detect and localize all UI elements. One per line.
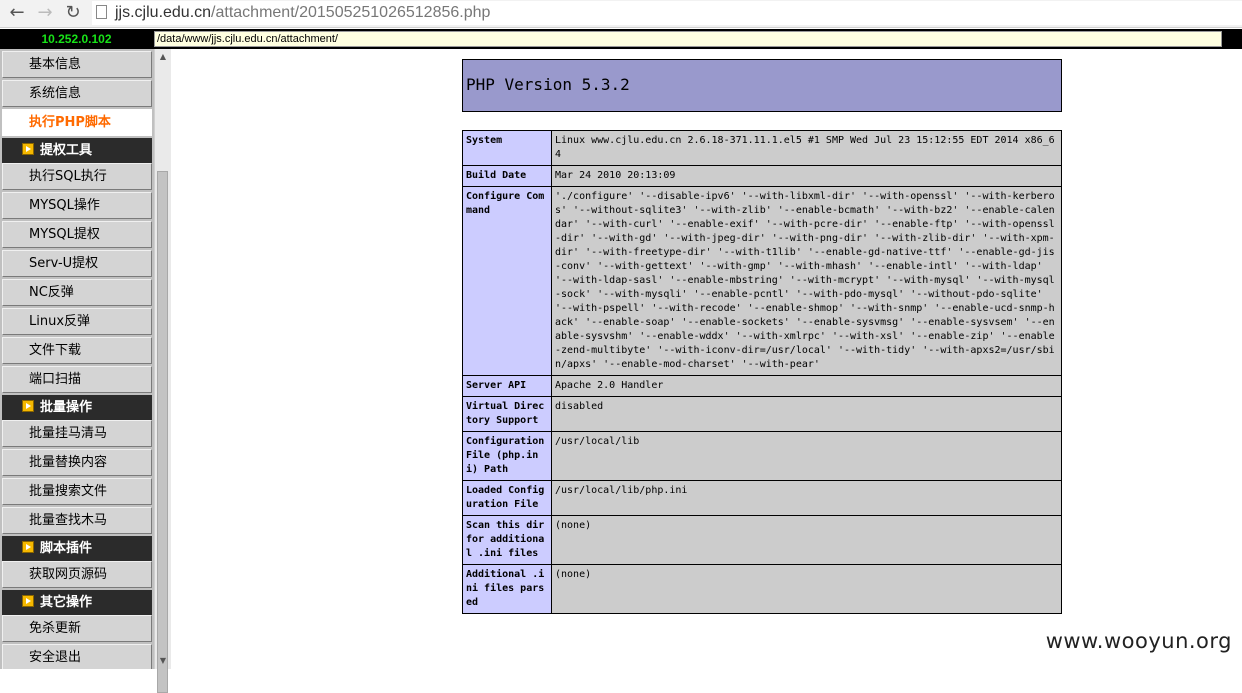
sidebar-item[interactable]: MYSQL提权 <box>2 221 152 248</box>
row-value: (none) <box>551 564 1062 614</box>
address-bar[interactable]: jjs.cjlu.edu.cn/attachment/2015052510265… <box>92 1 1242 25</box>
browser-toolbar: ← → ↻ jjs.cjlu.edu.cn/attachment/2015052… <box>0 0 1242 28</box>
row-value: Linux www.cjlu.edu.cn 2.6.18-371.11.1.el… <box>551 130 1062 166</box>
table-row: Build Date Mar 24 2010 20:13:09 <box>462 165 1062 187</box>
sidebar-item[interactable]: 文件下载 <box>2 337 152 364</box>
back-arrow-icon[interactable]: ← <box>6 2 28 24</box>
sidebar-item-label: Serv-U提权 <box>29 256 99 271</box>
sidebar-item[interactable]: 端口扫描 <box>2 366 152 393</box>
row-key: Build Date <box>462 165 552 187</box>
row-key: Additional .ini files parsed <box>462 564 552 614</box>
table-row: Additional .ini files parsed (none) <box>462 564 1062 614</box>
sidebar-item-label: 批量查找木马 <box>29 513 108 528</box>
main-content: PHP Version 5.3.2 System Linux www.cjlu.e… <box>171 49 1242 669</box>
sidebar-item-label: 执行SQL执行 <box>29 169 107 184</box>
forward-arrow-icon[interactable]: → <box>34 2 56 24</box>
sidebar-item-label: MYSQL操作 <box>29 198 100 213</box>
sidebar-item-label: 基本信息 <box>29 57 82 72</box>
sidebar-section-header: 批量操作 <box>2 395 152 420</box>
scrollbar-thumb[interactable] <box>157 171 168 693</box>
sidebar-item[interactable]: 批量挂马清马 <box>2 420 152 447</box>
table-row: Virtual Directory Support disabled <box>462 396 1062 432</box>
sidebar-section-header: 其它操作 <box>2 590 152 615</box>
row-key: Configure Command <box>462 186 552 376</box>
current-path-input[interactable]: /data/www/jjs.cjlu.edu.cn/attachment/ <box>154 31 1222 47</box>
server-ip: 10.252.0.102 <box>41 32 112 46</box>
folder-arrow-icon <box>22 143 34 155</box>
sidebar-item[interactable]: Serv-U提权 <box>2 250 152 277</box>
sidebar-menu: 基本信息系统信息执行PHP脚本提权工具执行SQL执行 MYSQL操作 MYSQL提权… <box>0 49 154 669</box>
row-value: Mar 24 2010 20:13:09 <box>551 165 1062 187</box>
table-row: Loaded Configuration File/usr/local/lib/… <box>462 480 1062 516</box>
sidebar-item-label: 执行PHP脚本 <box>29 115 111 130</box>
sidebar-section-label: 提权工具 <box>40 143 93 158</box>
row-key: Loaded Configuration File <box>462 480 552 516</box>
folder-arrow-icon <box>22 541 34 553</box>
sidebar-item[interactable]: Linux反弹 <box>2 308 152 335</box>
table-row: Configuration File (php.ini) Path/usr/lo… <box>462 431 1062 481</box>
row-key: Configuration File (php.ini) Path <box>462 431 552 481</box>
sidebar-section-label: 批量操作 <box>40 400 93 415</box>
sidebar-item-label: MYSQL提权 <box>29 227 100 242</box>
watermark: www.wooyun.org <box>1045 629 1232 653</box>
sidebar-scrollbar[interactable]: ▲ ▼ <box>154 49 171 693</box>
scroll-down-arrow-icon[interactable]: ▼ <box>156 654 170 668</box>
scroll-up-arrow-icon[interactable]: ▲ <box>156 50 170 64</box>
sidebar-item-label: 系统信息 <box>29 86 82 101</box>
row-value: (none) <box>551 515 1062 565</box>
sidebar-section-label: 脚本插件 <box>40 541 93 556</box>
folder-arrow-icon <box>22 400 34 412</box>
sidebar-section-header: 脚本插件 <box>2 536 152 561</box>
row-key: Scan this dir for additional .ini files <box>462 515 552 565</box>
sidebar-item[interactable]: MYSQL操作 <box>2 192 152 219</box>
page-icon <box>96 5 107 19</box>
sidebar-item-label: 批量挂马清马 <box>29 426 108 441</box>
row-key: Server API <box>462 375 552 397</box>
sidebar-item[interactable]: NC反弹 <box>2 279 152 306</box>
row-value: /usr/local/lib <box>551 431 1062 481</box>
sidebar-item-label: 免杀更新 <box>29 621 82 636</box>
sidebar-item[interactable]: 获取网页源码 <box>2 561 152 588</box>
sidebar-item-label: NC反弹 <box>29 285 74 300</box>
table-row: Server API Apache 2.0 Handler <box>462 375 1062 397</box>
sidebar-item[interactable]: 批量查找木马 <box>2 507 152 534</box>
url-path: /attachment/201505251026512856.php <box>211 4 491 21</box>
sidebar-section-label: 其它操作 <box>40 595 93 610</box>
sidebar-item-label: 文件下载 <box>29 343 82 358</box>
sidebar-item-label: 获取网页源码 <box>29 567 108 582</box>
sidebar-item-label: 安全退出 <box>29 650 82 665</box>
reload-icon[interactable]: ↻ <box>62 2 84 24</box>
sidebar-item[interactable]: 批量搜索文件 <box>2 478 152 505</box>
sidebar-item[interactable]: 执行SQL执行 <box>2 163 152 190</box>
row-value: disabled <box>551 396 1062 432</box>
folder-arrow-icon <box>22 595 34 607</box>
sidebar-section-header: 提权工具 <box>2 138 152 163</box>
sidebar-item[interactable]: 执行PHP脚本 <box>2 109 152 136</box>
row-value: /usr/local/lib/php.ini <box>551 480 1062 516</box>
php-version-title: PHP Version 5.3.2 <box>466 75 630 94</box>
url-host: jjs.cjlu.edu.cn <box>115 4 212 21</box>
table-row: Scan this dir for additional .ini files(… <box>462 515 1062 565</box>
sidebar-item-label: 端口扫描 <box>29 372 82 387</box>
table-row: System Linux www.cjlu.edu.cn 2.6.18-371.1… <box>462 130 1062 166</box>
row-key: System <box>462 130 552 166</box>
sidebar-item-label: 批量替换内容 <box>29 455 108 470</box>
row-value: './configure' '--disable-ipv6' '--with-l… <box>551 186 1062 376</box>
row-value: Apache 2.0 Handler <box>551 375 1062 397</box>
table-row: Configure Command './configure' '--disabl… <box>462 186 1062 376</box>
status-bar: 10.252.0.102 /data/www/jjs.cjlu.edu.cn/a… <box>0 29 1242 49</box>
php-version-header: PHP Version 5.3.2 <box>462 59 1062 112</box>
row-key: Virtual Directory Support <box>462 396 552 432</box>
sidebar-item-label: 批量搜索文件 <box>29 484 108 499</box>
sidebar-item[interactable]: 批量替换内容 <box>2 449 152 476</box>
sidebar-item[interactable]: 基本信息 <box>2 51 152 78</box>
sidebar-item[interactable]: 免杀更新 <box>2 615 152 642</box>
sidebar-item[interactable]: 系统信息 <box>2 80 152 107</box>
sidebar-item[interactable]: 安全退出 <box>2 644 152 669</box>
phpinfo-table: System Linux www.cjlu.edu.cn 2.6.18-371.1… <box>462 130 1062 614</box>
sidebar-item-label: Linux反弹 <box>29 314 91 329</box>
